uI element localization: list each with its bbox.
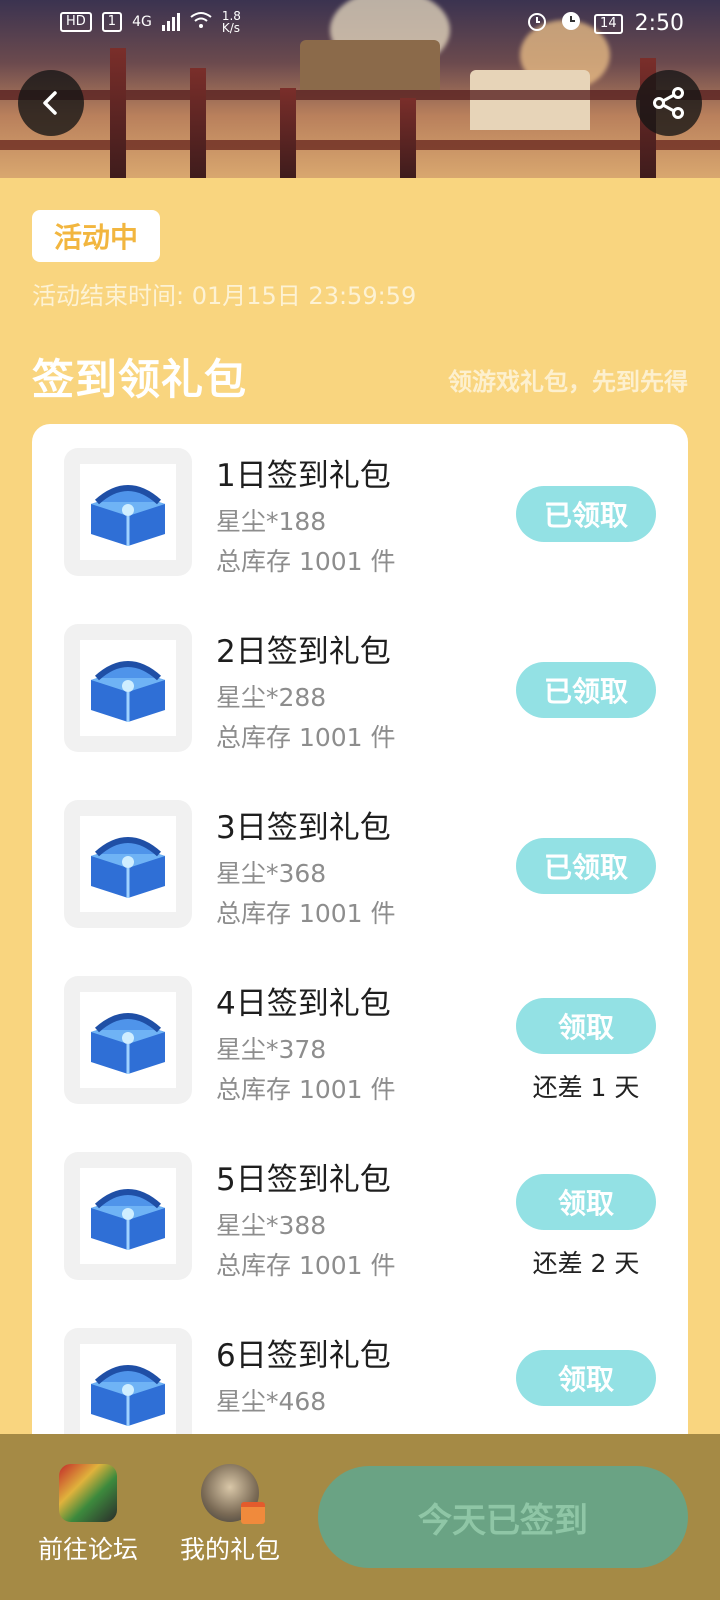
network-type: 4G [132, 14, 152, 30]
status-bar: HD 1 4G 1.8 K/s 14 2:50 [0, 0, 720, 46]
gift-reward: 星尘*378 [216, 1035, 327, 1064]
gift-thumbnail [64, 448, 192, 576]
treasure-chest-icon [91, 1189, 165, 1250]
gift-thumbnail [64, 976, 192, 1104]
gift-row: 6日签到礼包 星尘*468 领取 [32, 1304, 688, 1434]
claimed-button[interactable]: 已领取 [516, 486, 656, 542]
days-remaining: 还差 1 天 [532, 1073, 640, 1102]
sim-badge: 1 [101, 12, 123, 32]
user-avatar-icon [201, 1464, 265, 1524]
gift-row: 5日签到礼包 星尘*388 总库存 1001 件 领取 还差 2 天 [32, 1128, 688, 1308]
gift-stock: 总库存 1001 件 [216, 899, 396, 928]
gift-row: 2日签到礼包 星尘*288 总库存 1001 件 已领取 [32, 600, 688, 780]
section-title: 签到领礼包 [32, 355, 248, 404]
share-button[interactable] [636, 70, 702, 136]
status-time: 2:50 [634, 11, 684, 36]
gift-thumbnail [64, 1152, 192, 1280]
gift-title: 4日签到礼包 [216, 986, 391, 1022]
treasure-chest-icon [91, 1013, 165, 1074]
gift-thumbnail [64, 800, 192, 928]
clock-icon [560, 10, 582, 37]
treasure-chest-icon [91, 1365, 165, 1426]
bottom-bar: 前往论坛 我的礼包 今天已签到 [0, 1434, 720, 1600]
forum-label: 前往论坛 [37, 1535, 138, 1564]
claimed-button[interactable]: 已领取 [516, 662, 656, 718]
gift-title: 3日签到礼包 [216, 810, 391, 846]
gift-thumbnail [64, 1328, 192, 1434]
game-avatar-icon [59, 1464, 117, 1522]
alarm-icon [526, 10, 548, 37]
gift-stock: 总库存 1001 件 [216, 723, 396, 752]
treasure-chest-icon [91, 837, 165, 898]
back-button[interactable] [18, 70, 84, 136]
gift-thumbnail [64, 624, 192, 752]
gift-stock: 总库存 1001 件 [216, 1075, 396, 1104]
section-subtitle: 领游戏礼包，先到先得 [448, 368, 688, 396]
gift-title: 5日签到礼包 [216, 1162, 391, 1198]
claim-button[interactable]: 领取 [516, 1174, 656, 1230]
gift-reward: 星尘*288 [216, 683, 327, 712]
gift-title: 1日签到礼包 [216, 458, 391, 494]
gift-reward: 星尘*188 [216, 507, 327, 536]
days-remaining: 还差 2 天 [532, 1249, 640, 1278]
my-gifts-link[interactable]: 我的礼包 [170, 1464, 290, 1566]
signal-icon [161, 13, 180, 31]
gift-stock: 总库存 1001 件 [216, 1251, 396, 1280]
gift-row: 3日签到礼包 星尘*368 总库存 1001 件 已领取 [32, 776, 688, 956]
claimed-button[interactable]: 已领取 [516, 838, 656, 894]
signed-in-button[interactable]: 今天已签到 [318, 1466, 688, 1568]
status-badge: 活动中 [32, 210, 160, 262]
activity-end-time: 活动结束时间: 01月15日 23:59:59 [32, 282, 417, 310]
claim-button[interactable]: 领取 [516, 998, 656, 1054]
hd-badge: HD [60, 12, 92, 32]
gift-row: 1日签到礼包 星尘*188 总库存 1001 件 已领取 [32, 424, 688, 604]
forum-link[interactable]: 前往论坛 [28, 1464, 148, 1566]
gift-list: 1日签到礼包 星尘*188 总库存 1001 件 已领取 2日签到礼包 星尘*2… [32, 424, 688, 1434]
wifi-icon [190, 11, 212, 33]
gift-title: 6日签到礼包 [216, 1338, 391, 1374]
gift-box-icon [241, 1502, 265, 1524]
my-gifts-label: 我的礼包 [179, 1535, 280, 1564]
gift-reward: 星尘*388 [216, 1211, 327, 1240]
gift-reward: 星尘*368 [216, 859, 327, 888]
treasure-chest-icon [91, 485, 165, 546]
gift-row: 4日签到礼包 星尘*378 总库存 1001 件 领取 还差 1 天 [32, 952, 688, 1132]
claim-button[interactable]: 领取 [516, 1350, 656, 1406]
treasure-chest-icon [91, 661, 165, 722]
chevron-left-icon [43, 91, 57, 115]
battery-icon: 14 [594, 13, 623, 34]
gift-stock: 总库存 1001 件 [216, 547, 396, 576]
share-icon [653, 87, 684, 119]
gift-title: 2日签到礼包 [216, 634, 391, 670]
gift-reward: 星尘*468 [216, 1387, 327, 1416]
net-speed-unit: K/s [221, 21, 241, 35]
